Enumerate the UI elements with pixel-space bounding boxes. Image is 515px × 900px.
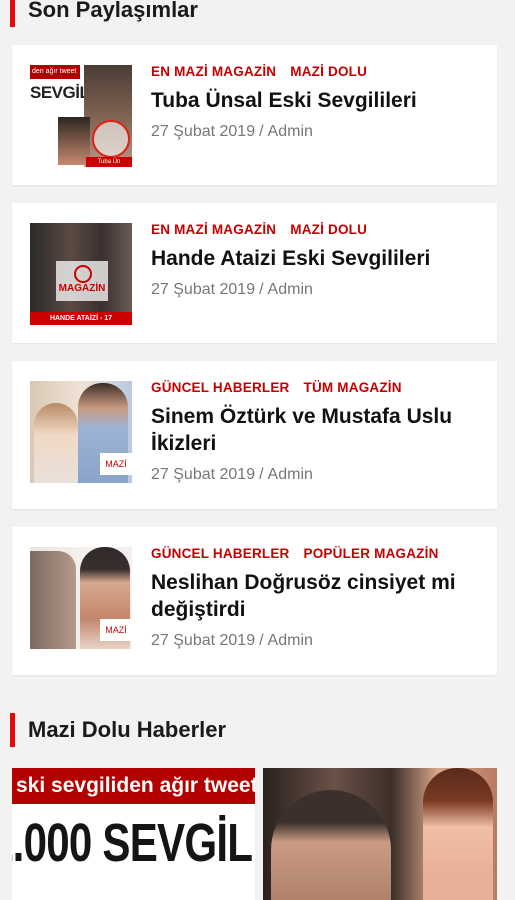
meta-separator: / [259,123,264,140]
thumbnail-strip-text: Tuba Ün [86,157,132,167]
post-author[interactable]: Admin [268,632,313,649]
category-link[interactable]: GÜNCEL HABERLER [151,379,290,397]
featured-big-text: 1.000 SEVGİLİ [12,813,255,873]
post-title[interactable]: Tuba Ünsal Eski Sevgilileri [151,87,483,114]
post-meta: 27 Şubat 2019/Admin [151,280,483,300]
category-link[interactable]: EN MAZİ MAGAZİN [151,63,276,81]
meta-separator: / [259,632,264,649]
post-card[interactable]: MAZİ GÜNCEL HABERLER TÜM MAGAZİN Sinem Ö… [12,361,497,509]
section-title: Mazi Dolu Haberler [28,717,227,742]
post-card[interactable]: MAGAZİN HANDE ATAİZİ - 17 EN MAZİ MAGAZİ… [12,203,497,343]
thumbnail-photo [30,551,76,649]
category-link[interactable]: EN MAZİ MAGAZİN [151,221,276,239]
thumbnail-photo [34,403,78,483]
post-title[interactable]: Neslihan Doğrusöz cinsiyet mi değiştirdi [151,569,483,623]
post-categories: EN MAZİ MAGAZİN MAZİ DOLU [151,63,483,81]
category-link[interactable]: GÜNCEL HABERLER [151,545,290,563]
post-categories: EN MAZİ MAGAZİN MAZİ DOLU [151,221,483,239]
magazine-logo-icon: MAGAZİN [56,261,108,301]
post-author[interactable]: Admin [268,281,313,298]
section-title: Son Paylaşımlar [28,0,198,22]
post-date: 27 Şubat 2019 [151,632,256,649]
post-meta: 27 Şubat 2019/Admin [151,631,483,651]
post-date: 27 Şubat 2019 [151,281,256,298]
post-card[interactable]: den ağır tweet SEVGİLİ MİŞ Tuba Ün EN MA… [12,45,497,185]
magazine-logo-icon [92,120,130,158]
featured-photo [423,768,493,900]
post-title[interactable]: Hande Ataizi Eski Sevgilileri [151,245,483,272]
post-categories: GÜNCEL HABERLER TÜM MAGAZİN [151,379,483,397]
post-date: 27 Şubat 2019 [151,123,256,140]
thumbnail-logo-text: MAGAZİN [58,283,106,294]
post-card[interactable]: MAZİ GÜNCEL HABERLER POPÜLER MAGAZİN Nes… [12,527,497,675]
thumbnail-band-text: den ağır tweet [30,65,80,79]
post-meta: 27 Şubat 2019/Admin [151,465,483,485]
featured-post-image[interactable]: ski sevgiliden ağır tweet 1.000 SEVGİLİ [12,768,255,900]
section-accent-bar [10,713,15,747]
section-heading-mazi: Mazi Dolu Haberler [10,713,226,747]
section-heading-recent: Son Paylaşımlar [10,0,198,27]
section-accent-bar [10,0,15,27]
post-author[interactable]: Admin [268,466,313,483]
thumbnail-strip-text: HANDE ATAİZİ - 17 [30,312,132,325]
post-author[interactable]: Admin [268,123,313,140]
post-thumbnail[interactable]: MAZİ [30,547,132,649]
post-date: 27 Şubat 2019 [151,466,256,483]
post-categories: GÜNCEL HABERLER POPÜLER MAGAZİN [151,545,483,563]
meta-separator: / [259,281,264,298]
post-thumbnail[interactable]: MAZİ [30,381,132,483]
thumbnail-tag: MAZİ [100,619,132,641]
post-thumbnail[interactable]: den ağır tweet SEVGİLİ MİŞ Tuba Ün [30,65,132,167]
post-thumbnail[interactable]: MAGAZİN HANDE ATAİZİ - 17 [30,223,132,325]
meta-separator: / [259,466,264,483]
category-link[interactable]: MAZİ DOLU [290,221,367,239]
category-link[interactable]: TÜM MAGAZİN [304,379,402,397]
featured-photo [271,790,391,900]
post-meta: 27 Şubat 2019/Admin [151,122,483,142]
thumbnail-tag: MAZİ [100,453,132,475]
featured-banner-text: ski sevgiliden ağır tweet [12,768,255,804]
category-link[interactable]: MAZİ DOLU [290,63,367,81]
category-link[interactable]: POPÜLER MAGAZİN [304,545,439,563]
post-title[interactable]: Sinem Öztürk ve Mustafa Uslu İkizleri [151,403,483,457]
featured-post-image[interactable] [263,768,497,900]
